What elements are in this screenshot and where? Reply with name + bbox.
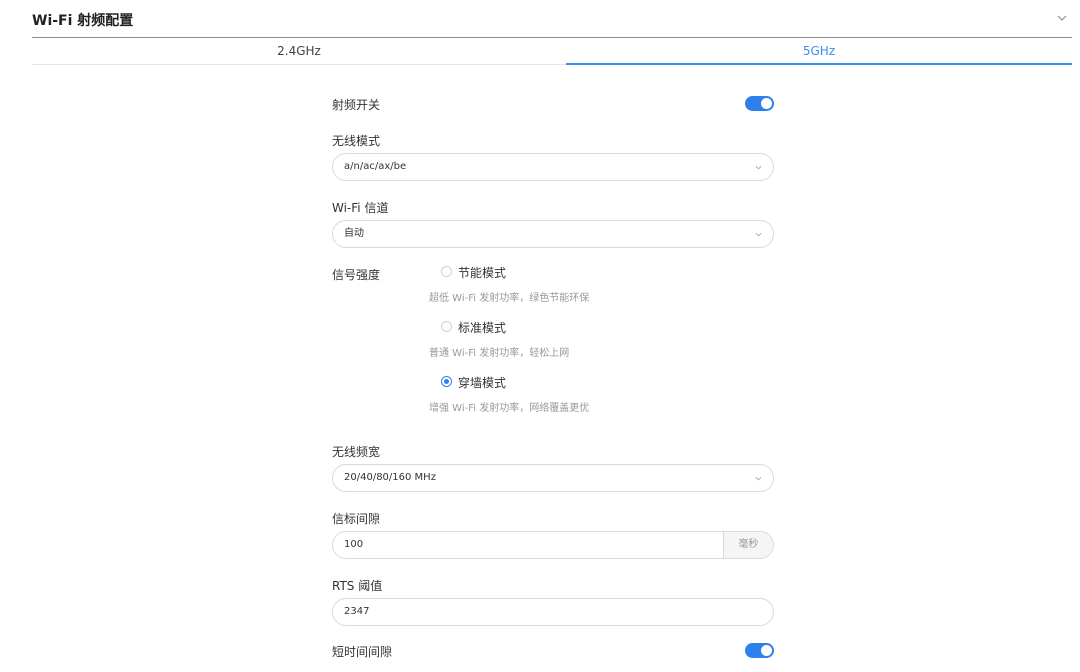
tab-5ghz[interactable]: 5GHz xyxy=(566,38,1072,65)
tab-2-4ghz[interactable]: 2.4GHz xyxy=(32,38,566,65)
short-gi-toggle[interactable] xyxy=(745,643,774,658)
channel-value: 自动 xyxy=(344,228,364,239)
chevron-down-icon xyxy=(755,232,762,237)
toggle-knob xyxy=(761,645,772,656)
beacon-interval-unit: 毫秒 xyxy=(723,532,773,558)
signal-strength-label: 信号强度 xyxy=(332,268,381,282)
active-tab-indicator xyxy=(566,63,1072,65)
toggle-knob xyxy=(761,98,772,109)
radio-option-label: 标准模式 xyxy=(458,321,507,335)
channel-select[interactable]: 自动 xyxy=(332,220,774,248)
radio-option-description: 普通 Wi-Fi 发射功率，轻松上网 xyxy=(429,348,570,359)
bandwidth-value: 20/40/80/160 MHz xyxy=(344,472,436,483)
rts-threshold-label: RTS 阈值 xyxy=(332,579,383,593)
section-header[interactable]: Wi-Fi 射频配置 xyxy=(32,10,1072,32)
radio-option-description: 超低 Wi-Fi 发射功率，绿色节能环保 xyxy=(429,293,590,304)
chevron-down-icon[interactable] xyxy=(1056,12,1068,24)
radio-button[interactable] xyxy=(441,266,452,277)
rts-threshold-value: 2347 xyxy=(344,606,370,617)
rts-threshold-field[interactable]: 2347 xyxy=(332,598,774,626)
radio-selected-dot xyxy=(444,379,449,384)
radio-option-description: 增强 Wi-Fi 发射功率，网络覆盖更优 xyxy=(429,403,590,414)
radio-option-label: 节能模式 xyxy=(458,266,507,280)
section-title: Wi-Fi 射频配置 xyxy=(32,13,134,29)
wireless-mode-value: a/n/ac/ax/be xyxy=(344,161,407,172)
radio-button-selected[interactable] xyxy=(441,376,452,387)
chevron-down-icon xyxy=(755,165,762,170)
radio-button[interactable] xyxy=(441,321,452,332)
chevron-down-icon xyxy=(755,476,762,481)
wireless-mode-label: 无线模式 xyxy=(332,134,381,148)
beacon-interval-field[interactable]: 100 毫秒 xyxy=(332,531,774,559)
wireless-mode-select[interactable]: a/n/ac/ax/be xyxy=(332,153,774,181)
channel-label: Wi-Fi 信道 xyxy=(332,201,389,215)
beacon-interval-value: 100 xyxy=(344,539,364,550)
radio-switch-toggle[interactable] xyxy=(745,96,774,111)
bandwidth-label: 无线频宽 xyxy=(332,445,381,459)
radio-switch-label: 射频开关 xyxy=(332,98,381,112)
bandwidth-select[interactable]: 20/40/80/160 MHz xyxy=(332,464,774,492)
short-gi-label: 短时间间隙 xyxy=(332,645,393,659)
band-tabs: 2.4GHz 5GHz xyxy=(32,38,1072,65)
beacon-interval-label: 信标间隙 xyxy=(332,512,381,526)
radio-option-label: 穿墙模式 xyxy=(458,376,507,390)
